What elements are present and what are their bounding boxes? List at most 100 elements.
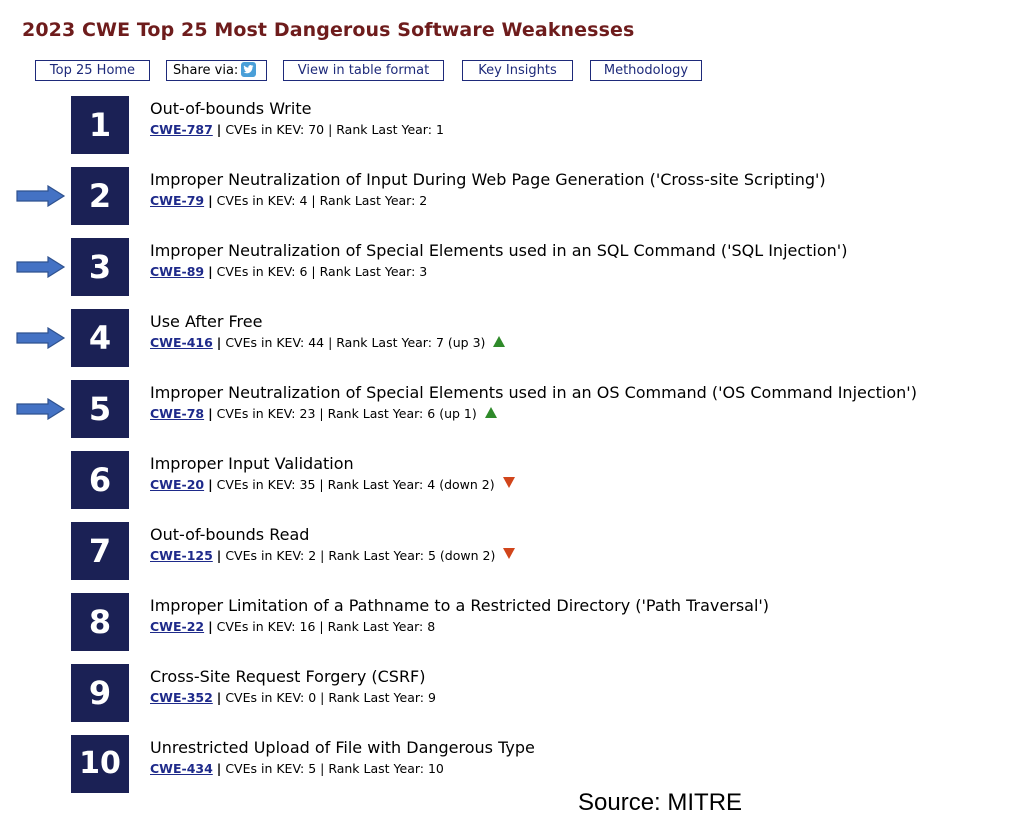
last-year-rank: 7 [435, 335, 444, 350]
weakness-name[interactable]: Use After Free [150, 312, 262, 331]
cwe-link[interactable]: CWE-787 [150, 122, 213, 137]
weakness-meta: CWE-416 | CVEs in KEV: 44 | Rank Last Ye… [150, 335, 506, 350]
separator: | [208, 264, 213, 279]
last-year-label: Rank Last Year: [327, 477, 424, 492]
weakness-name[interactable]: Improper Neutralization of Special Eleme… [150, 383, 917, 402]
last-year-label: Rank Last Year: [336, 122, 432, 137]
share-button[interactable]: Share via: [166, 60, 267, 81]
kev-label: CVEs in KEV: [216, 477, 296, 492]
weakness-name[interactable]: Improper Input Validation [150, 454, 354, 473]
weakness-name[interactable]: Out-of-bounds Read [150, 525, 309, 544]
rank-change: (down 2) [439, 548, 496, 563]
separator: | [216, 548, 222, 563]
weakness-meta: CWE-78 | CVEs in KEV: 23 | Rank Last Yea… [150, 406, 497, 421]
list-item: 4 Use After Free CWE-416 | CVEs in KEV: 44… [0, 309, 1017, 369]
page-title: 2023 CWE Top 25 Most Dangerous Software … [22, 19, 635, 41]
list-item: 5 Improper Neutralization of Special Elem… [0, 380, 1017, 440]
weakness-name[interactable]: Out-of-bounds Write [150, 99, 311, 118]
rank-badge: 2 [71, 167, 129, 225]
rank-badge: 10 [71, 735, 129, 793]
rank-change: (up 3) [447, 335, 486, 350]
cwe-link[interactable]: CWE-78 [150, 406, 204, 421]
weakness-name[interactable]: Unrestricted Upload of File with Dangero… [150, 738, 535, 757]
cwe-link[interactable]: CWE-79 [150, 193, 204, 208]
kev-count: 16 [299, 619, 316, 634]
last-year-rank: 8 [427, 619, 436, 634]
key-insights-button[interactable]: Key Insights [462, 60, 573, 81]
last-year-label: Rank Last Year: [319, 264, 416, 279]
kev-label: CVEs in KEV: [216, 193, 296, 208]
arrow-right-icon [16, 398, 66, 420]
rank-badge: 4 [71, 309, 129, 367]
last-year-label: Rank Last Year: [336, 335, 432, 350]
weakness-meta: CWE-125 | CVEs in KEV: 2 | Rank Last Yea… [150, 548, 516, 563]
twitter-icon[interactable] [241, 62, 257, 77]
rank-change: (up 1) [439, 406, 477, 421]
rank-badge: 8 [71, 593, 129, 651]
separator: | [216, 690, 222, 705]
kev-label: CVEs in KEV: [225, 761, 305, 776]
kev-count: 6 [299, 264, 308, 279]
cwe-link[interactable]: CWE-434 [150, 761, 213, 776]
separator: | [216, 335, 222, 350]
separator: | [208, 619, 213, 634]
list-item: 10 Unrestricted Upload of File with Dange… [0, 735, 1017, 795]
kev-count: 0 [308, 690, 317, 705]
list-item: 9 Cross-Site Request Forgery (CSRF) CWE-35… [0, 664, 1017, 724]
top25-home-button[interactable]: Top 25 Home [35, 60, 150, 81]
rank-badge: 1 [71, 96, 129, 154]
weakness-name[interactable]: Cross-Site Request Forgery (CSRF) [150, 667, 426, 686]
separator: | [208, 406, 213, 421]
list-item: 7 Out-of-bounds Read CWE-125 | CVEs in KEV… [0, 522, 1017, 582]
cwe-link[interactable]: CWE-125 [150, 548, 213, 563]
kev-count: 35 [299, 477, 316, 492]
last-year-rank: 6 [427, 406, 436, 421]
last-year-label: Rank Last Year: [327, 406, 424, 421]
weakness-name[interactable]: Improper Neutralization of Special Eleme… [150, 241, 847, 260]
kev-label: CVEs in KEV: [225, 548, 305, 563]
last-year-rank: 4 [427, 477, 436, 492]
cwe-link[interactable]: CWE-416 [150, 335, 213, 350]
last-year-label: Rank Last Year: [319, 193, 416, 208]
last-year-label: Rank Last Year: [327, 619, 424, 634]
weakness-meta: CWE-787 | CVEs in KEV: 70 | Rank Last Ye… [150, 122, 444, 137]
kev-count: 44 [308, 335, 325, 350]
arrow-right-icon [16, 256, 66, 278]
kev-count: 23 [299, 406, 316, 421]
kev-count: 4 [299, 193, 308, 208]
rank-badge: 6 [71, 451, 129, 509]
weakness-meta: CWE-20 | CVEs in KEV: 35 | Rank Last Yea… [150, 477, 515, 492]
rank-badge: 9 [71, 664, 129, 722]
kev-label: CVEs in KEV: [216, 406, 296, 421]
separator: | [208, 477, 213, 492]
list-item: 2 Improper Neutralization of Input During… [0, 167, 1017, 227]
weakness-meta: CWE-434 | CVEs in KEV: 5 | Rank Last Yea… [150, 761, 444, 776]
list-item: 3 Improper Neutralization of Special Elem… [0, 238, 1017, 298]
weakness-meta: CWE-79 | CVEs in KEV: 4 | Rank Last Year… [150, 193, 428, 208]
cwe-link[interactable]: CWE-22 [150, 619, 204, 634]
last-year-rank: 9 [427, 690, 436, 705]
arrow-right-icon [16, 185, 66, 207]
methodology-button[interactable]: Methodology [590, 60, 702, 81]
separator: | [216, 761, 222, 776]
separator: | [208, 193, 213, 208]
cwe-link[interactable]: CWE-352 [150, 690, 213, 705]
last-year-label: Rank Last Year: [328, 761, 424, 776]
table-format-button[interactable]: View in table format [283, 60, 444, 81]
kev-label: CVEs in KEV: [225, 335, 305, 350]
last-year-rank: 1 [435, 122, 444, 137]
list-item: 1 Out-of-bounds Write CWE-787 | CVEs in KE… [0, 96, 1017, 156]
last-year-rank: 2 [419, 193, 428, 208]
kev-label: CVEs in KEV: [225, 122, 305, 137]
cwe-link[interactable]: CWE-20 [150, 477, 204, 492]
source-caption: Source: MITRE [578, 789, 743, 816]
cwe-link[interactable]: CWE-89 [150, 264, 204, 279]
trend-down-icon [503, 548, 516, 559]
arrow-right-icon [16, 327, 66, 349]
weakness-name[interactable]: Improper Neutralization of Input During … [150, 170, 826, 189]
separator: | [216, 122, 222, 137]
weakness-name[interactable]: Improper Limitation of a Pathname to a R… [150, 596, 769, 615]
last-year-rank: 5 [427, 548, 436, 563]
weakness-meta: CWE-89 | CVEs in KEV: 6 | Rank Last Year… [150, 264, 428, 279]
trend-up-icon [484, 407, 497, 418]
